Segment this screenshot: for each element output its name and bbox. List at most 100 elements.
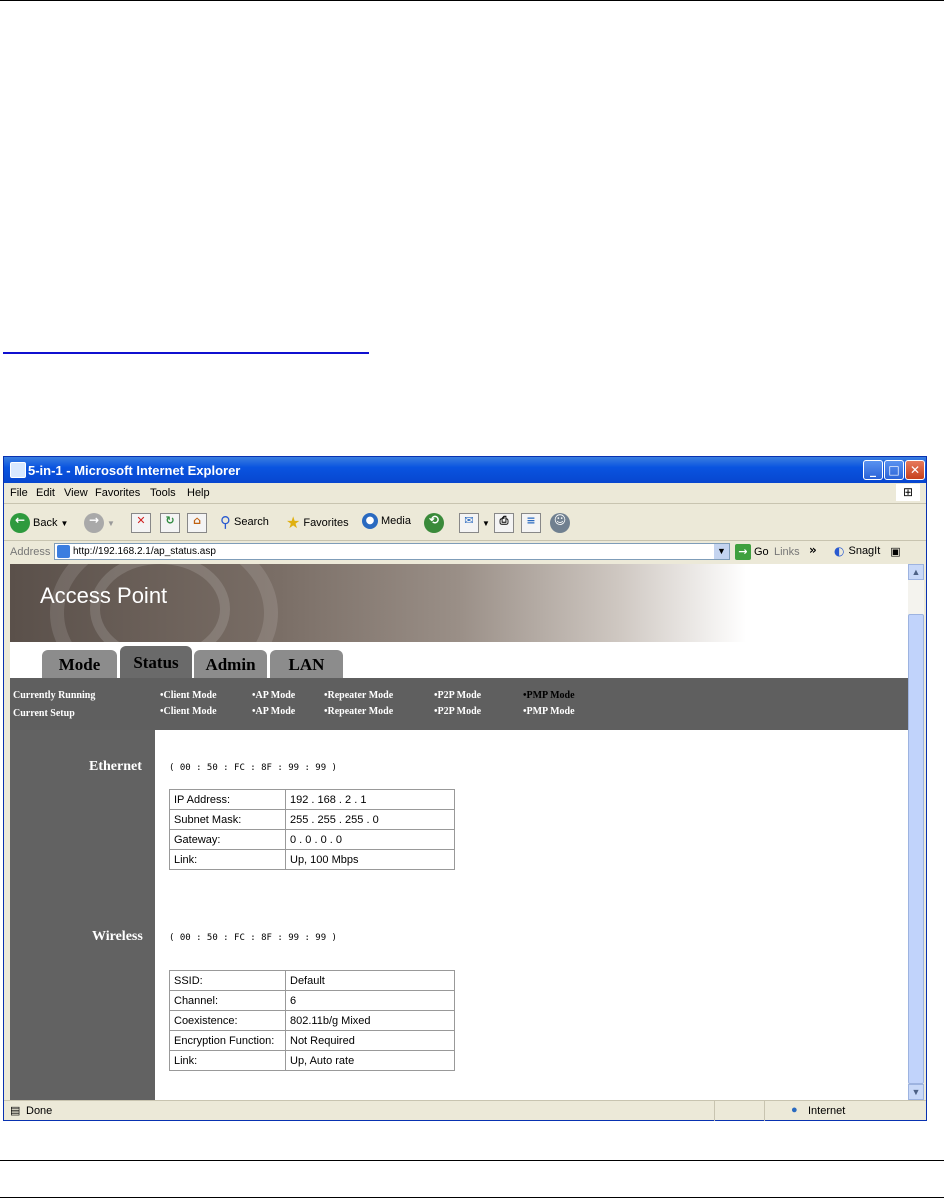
- go-button[interactable]: → Go: [735, 544, 769, 560]
- minimize-button[interactable]: _: [863, 460, 883, 480]
- document-rule: [0, 1197, 944, 1198]
- table-row: SSID: Default: [169, 970, 455, 991]
- scroll-up-icon[interactable]: ▲: [908, 564, 924, 580]
- menu-bar: File Edit View Favorites Tools Help ⊞: [4, 483, 926, 504]
- menu-file[interactable]: File: [10, 487, 28, 499]
- address-bar: Address http://192.168.2.1/ap_status.asp…: [4, 541, 926, 563]
- document-top-rule: [0, 0, 944, 1]
- document-rule: [0, 1160, 944, 1161]
- menu-view[interactable]: View: [64, 487, 88, 499]
- scroll-down-icon[interactable]: ▼: [908, 1084, 924, 1100]
- snagit-window-icon: ▣: [890, 544, 901, 558]
- back-arrow-icon: ←: [10, 513, 30, 533]
- table-value: 192 . 168 . 2 . 1: [285, 789, 455, 810]
- chevron-down-icon: ▼: [60, 518, 69, 528]
- snagit-label: SnagIt: [848, 545, 881, 557]
- toolbar: ← Back ▼ → ▼ ✕ ↻ ⌂ ⚲ Search ★ Favorites …: [4, 504, 926, 541]
- ie-page-icon: [10, 462, 26, 478]
- table-row: Channel: 6: [169, 990, 455, 1011]
- mail-button[interactable]: ✉ ▼: [459, 513, 490, 533]
- banner-title: Access Point: [40, 583, 168, 608]
- forward-button[interactable]: → ▼: [84, 513, 115, 533]
- table-row: Link: Up, 100 Mbps: [169, 849, 455, 870]
- chevron-down-icon: ▼: [482, 518, 490, 528]
- running-ap-mode: •AP Mode: [252, 690, 296, 701]
- title-bar[interactable]: 5-in-1 - Microsoft Internet Explorer _ □…: [4, 457, 926, 483]
- ie-window: 5-in-1 - Microsoft Internet Explorer _ □…: [3, 456, 927, 1121]
- setup-client-mode: •Client Mode: [160, 706, 217, 717]
- favorites-button[interactable]: ★ Favorites: [286, 513, 349, 532]
- table-row: Gateway: 0 . 0 . 0 . 0: [169, 829, 455, 850]
- table-value: 6: [285, 990, 455, 1011]
- snagit-icon: ◐: [834, 544, 845, 558]
- scroll-thumb[interactable]: [908, 614, 924, 1084]
- table-key: Link:: [169, 849, 286, 870]
- tab-status[interactable]: Status: [120, 646, 192, 678]
- print-button[interactable]: ⎙: [494, 513, 514, 533]
- forward-arrow-icon: →: [84, 513, 104, 533]
- close-button[interactable]: ✕: [905, 460, 925, 480]
- table-value: 802.11b/g Mixed: [285, 1010, 455, 1031]
- menu-tools[interactable]: Tools: [150, 487, 176, 499]
- windows-logo-icon: ⊞: [896, 484, 920, 501]
- stop-icon: ✕: [131, 513, 151, 533]
- document-link-underline[interactable]: [3, 352, 369, 354]
- table-value: 0 . 0 . 0 . 0: [285, 829, 455, 850]
- table-key: Channel:: [169, 990, 286, 1011]
- banner: Access Point: [10, 564, 908, 702]
- tab-admin[interactable]: Admin: [194, 650, 267, 678]
- wireless-mac: ( 00 : 50 : FC : 8F : 99 : 99 ): [169, 933, 337, 943]
- home-button[interactable]: ⌂: [187, 513, 207, 533]
- setup-ap-mode: •AP Mode: [252, 706, 296, 717]
- table-row: Coexistence: 802.11b/g Mixed: [169, 1010, 455, 1031]
- page-icon: [57, 545, 70, 558]
- ethernet-mac: ( 00 : 50 : FC : 8F : 99 : 99 ): [169, 763, 337, 773]
- tab-bar: Mode Status Admin LAN: [10, 642, 908, 678]
- messenger-button[interactable]: ☺: [550, 513, 570, 533]
- status-divider: [714, 1101, 715, 1121]
- menu-edit[interactable]: Edit: [36, 487, 55, 499]
- edit-icon: ≡: [521, 513, 541, 533]
- edit-button[interactable]: ≡: [521, 513, 541, 533]
- currently-running-label: Currently Running: [13, 690, 96, 701]
- links-chevron-icon[interactable]: »: [809, 543, 817, 557]
- setup-pmp-mode: •PMP Mode: [523, 706, 575, 717]
- status-bar: ▤ Done ● Internet: [4, 1100, 926, 1121]
- ethernet-table: IP Address: 192 . 168 . 2 . 1 Subnet Mask…: [169, 789, 455, 870]
- address-label: Address: [10, 546, 51, 558]
- maximize-button[interactable]: □: [884, 460, 904, 480]
- vertical-scrollbar[interactable]: ▲ ▼: [908, 564, 924, 1100]
- search-button[interactable]: ⚲ Search: [220, 513, 269, 531]
- table-value: Default: [285, 970, 455, 991]
- tab-mode[interactable]: Mode: [42, 650, 117, 678]
- table-key: Link:: [169, 1050, 286, 1071]
- address-dropdown-icon[interactable]: ▼: [714, 544, 729, 559]
- tab-lan[interactable]: LAN: [270, 650, 343, 678]
- table-key: SSID:: [169, 970, 286, 991]
- star-icon: ★: [286, 513, 301, 532]
- refresh-button[interactable]: ↻: [160, 513, 180, 533]
- table-key: IP Address:: [169, 789, 286, 810]
- ethernet-title: Ethernet: [89, 759, 142, 774]
- running-pmp-mode: •PMP Mode: [523, 690, 575, 701]
- address-input[interactable]: http://192.168.2.1/ap_status.asp ▼: [54, 543, 730, 560]
- status-divider: [764, 1101, 765, 1121]
- table-value: Not Required: [285, 1030, 455, 1051]
- search-icon: ⚲: [220, 513, 231, 531]
- history-button[interactable]: ⟲: [424, 513, 444, 533]
- table-row: Encryption Function: Not Required: [169, 1030, 455, 1051]
- stop-button[interactable]: ✕: [131, 513, 151, 533]
- media-label: Media: [381, 515, 411, 527]
- back-button[interactable]: ← Back ▼: [10, 513, 68, 533]
- status-text: Done: [26, 1105, 53, 1117]
- links-label[interactable]: Links: [774, 546, 800, 558]
- globe-icon: ●: [791, 1104, 798, 1116]
- media-button[interactable]: ● Media: [362, 513, 411, 529]
- messenger-icon: ☺: [550, 513, 570, 533]
- status-page-icon: ▤: [10, 1105, 21, 1117]
- go-label: Go: [754, 546, 769, 558]
- menu-favorites[interactable]: Favorites: [95, 487, 140, 499]
- address-url: http://192.168.2.1/ap_status.asp: [73, 546, 216, 557]
- snagit-button[interactable]: ◐ SnagIt ▣: [834, 544, 901, 558]
- menu-help[interactable]: Help: [187, 487, 210, 499]
